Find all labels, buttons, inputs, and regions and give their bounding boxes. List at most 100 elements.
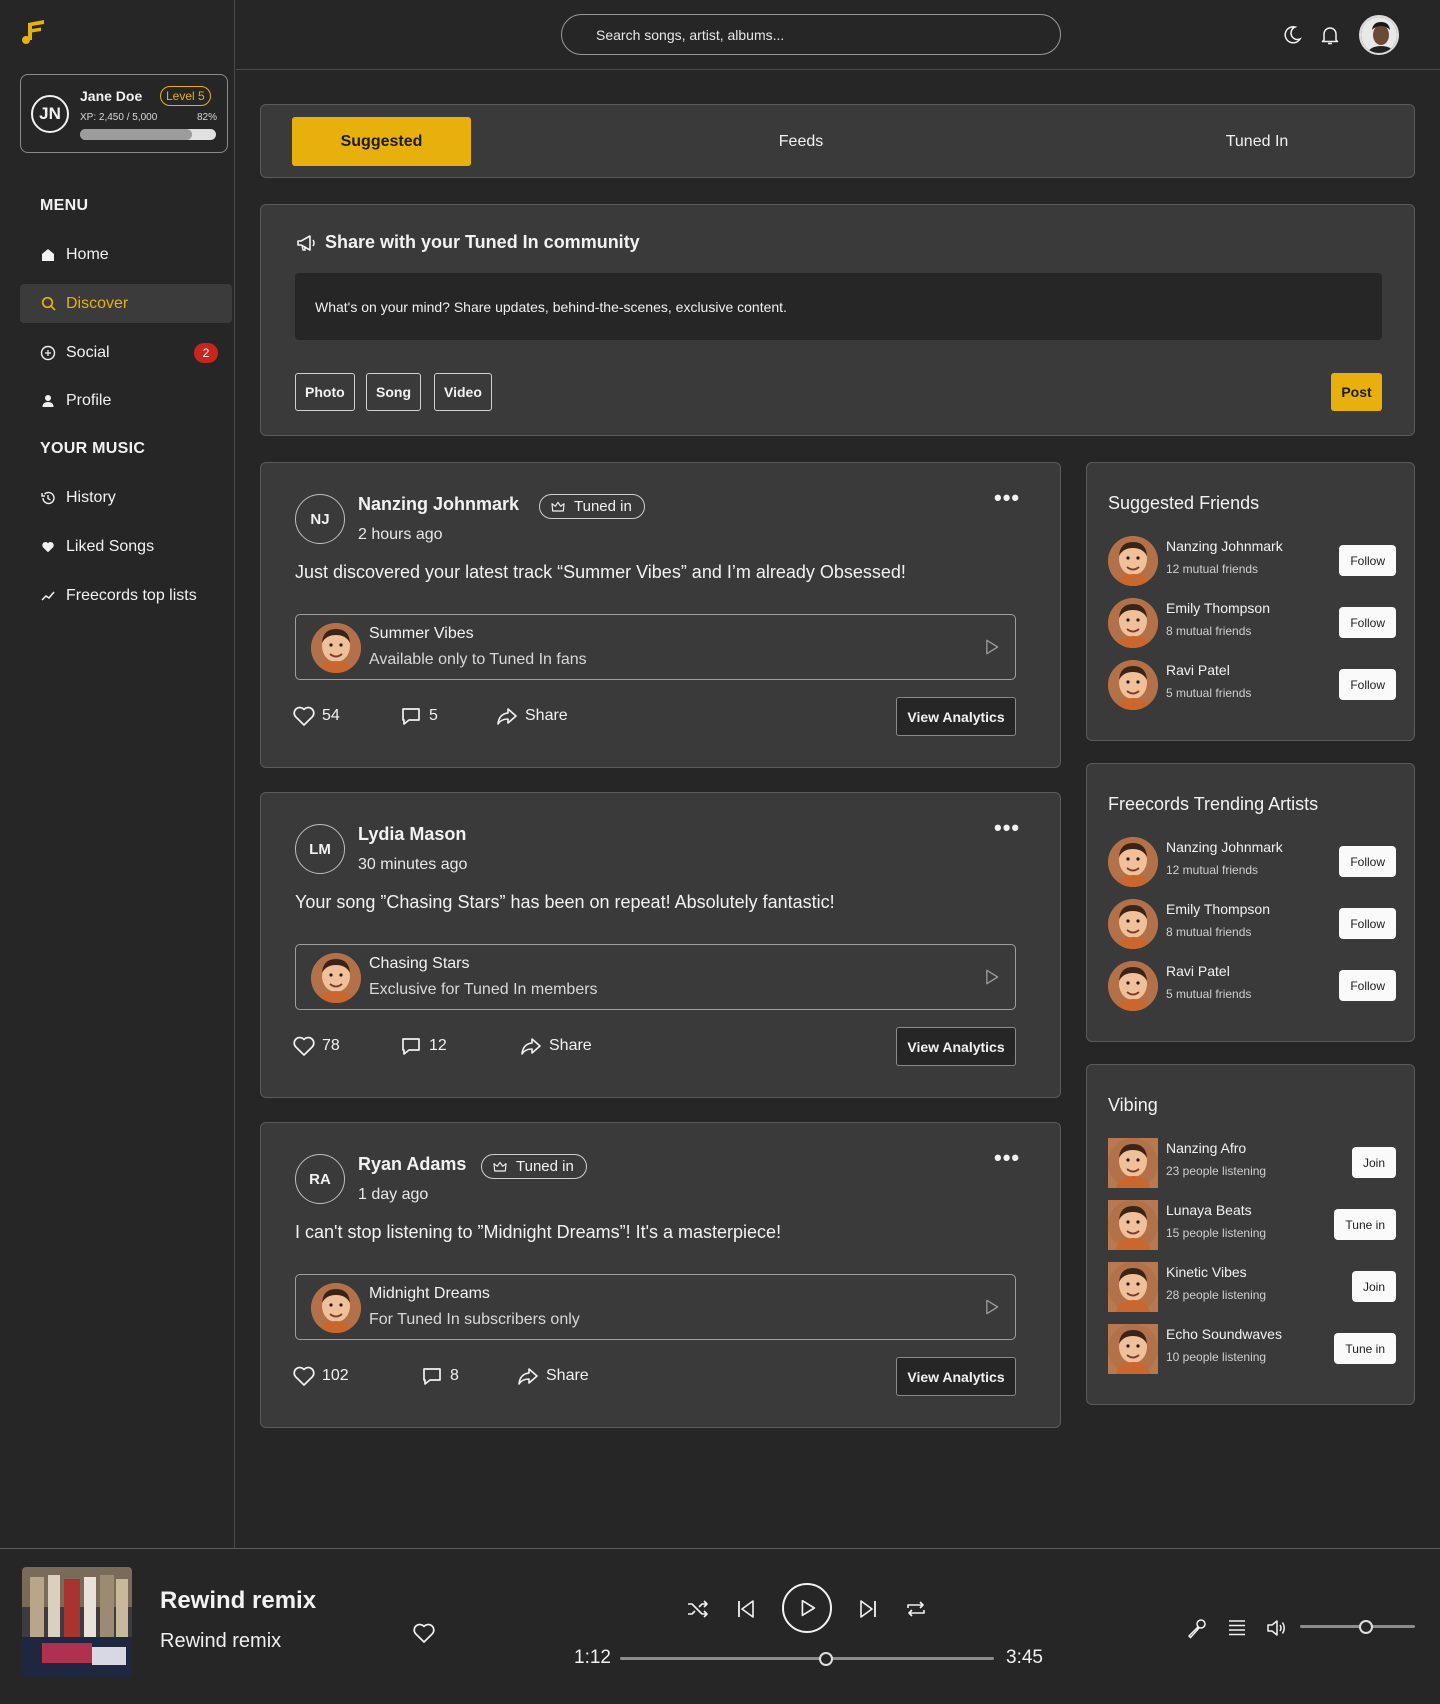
volume-slider[interactable]: [1300, 1618, 1415, 1636]
view-analytics-button[interactable]: View Analytics: [896, 1357, 1016, 1396]
friend-name[interactable]: Nanzing Johnmark: [1166, 538, 1283, 554]
tab-feeds[interactable]: Feeds: [741, 117, 861, 166]
seek-slider[interactable]: [620, 1650, 994, 1668]
follow-button[interactable]: Follow: [1339, 908, 1396, 939]
volume-icon[interactable]: [1265, 1617, 1287, 1639]
post-text-input[interactable]: [295, 273, 1382, 340]
room-cover[interactable]: [1108, 1200, 1158, 1250]
tune-in-button[interactable]: Tune in: [1334, 1209, 1396, 1240]
follow-button[interactable]: Follow: [1339, 846, 1396, 877]
share-button[interactable]: Share: [495, 704, 568, 728]
avatar[interactable]: [1108, 961, 1158, 1011]
feed-tabs: Suggested Feeds Tuned In: [260, 104, 1415, 178]
now-playing-artist[interactable]: Rewind remix: [160, 1630, 281, 1653]
more-options-icon[interactable]: •••: [994, 485, 1020, 511]
next-track-icon[interactable]: [856, 1597, 880, 1621]
avatar[interactable]: [1108, 660, 1158, 710]
follow-button[interactable]: Follow: [1339, 970, 1396, 1001]
repeat-icon[interactable]: [904, 1597, 928, 1621]
list-item: Nanzing Afro 23 people listening Join: [1108, 1138, 1396, 1188]
seek-handle[interactable]: [818, 1652, 833, 1666]
more-options-icon[interactable]: •••: [994, 815, 1020, 841]
tab-suggested[interactable]: Suggested: [292, 117, 471, 166]
volume-track: [1300, 1625, 1415, 1628]
play-icon[interactable]: [981, 1297, 1001, 1317]
shuffle-icon[interactable]: [686, 1597, 710, 1621]
artist-name[interactable]: Ravi Patel: [1166, 963, 1230, 979]
room-name[interactable]: Kinetic Vibes: [1166, 1264, 1247, 1280]
queue-list-icon[interactable]: [1226, 1617, 1248, 1639]
sidebar-item-profile[interactable]: Profile: [20, 381, 232, 420]
attach-song-button[interactable]: Song: [366, 373, 421, 411]
user-profile-card[interactable]: JN Jane Doe Level 5 XP: 2,450 / 5,000 82…: [20, 74, 228, 153]
friend-name[interactable]: Ravi Patel: [1166, 662, 1230, 678]
album-art[interactable]: [22, 1567, 132, 1677]
freecords-logo-icon[interactable]: [18, 16, 48, 46]
comment-button[interactable]: 8: [420, 1364, 459, 1388]
attach-video-button[interactable]: Video: [434, 373, 492, 411]
sidebar-item-top-lists[interactable]: Freecords top lists: [20, 576, 232, 615]
post-button[interactable]: Post: [1331, 373, 1382, 411]
play-icon[interactable]: [981, 967, 1001, 987]
post-composer: Share with your Tuned In community Photo…: [260, 204, 1415, 436]
friend-name[interactable]: Emily Thompson: [1166, 600, 1270, 616]
like-button[interactable]: 78: [292, 1034, 340, 1058]
artist-name[interactable]: Nanzing Johnmark: [1166, 839, 1283, 855]
comment-button[interactable]: 12: [399, 1034, 447, 1058]
share-button[interactable]: Share: [516, 1364, 589, 1388]
room-name[interactable]: Nanzing Afro: [1166, 1140, 1246, 1156]
play-pause-button[interactable]: [782, 1583, 832, 1633]
follow-button[interactable]: Follow: [1339, 669, 1396, 700]
play-icon[interactable]: [981, 637, 1001, 657]
view-analytics-button[interactable]: View Analytics: [896, 697, 1016, 736]
sidebar-item-home[interactable]: Home: [20, 235, 232, 274]
avatar[interactable]: [1108, 536, 1158, 586]
post-author-avatar[interactable]: RA: [295, 1154, 345, 1204]
avatar[interactable]: [1108, 899, 1158, 949]
dark-mode-moon-icon[interactable]: [1281, 24, 1303, 46]
attach-photo-button[interactable]: Photo: [295, 373, 355, 411]
account-avatar[interactable]: [1359, 15, 1399, 55]
post-author-name[interactable]: Ryan Adams: [358, 1154, 466, 1175]
sidebar-item-social[interactable]: Social 2: [20, 333, 232, 372]
post-author-name[interactable]: Nanzing Johnmark: [358, 494, 519, 515]
microphone-lyrics-icon[interactable]: [1186, 1617, 1208, 1639]
volume-handle[interactable]: [1358, 1620, 1373, 1634]
like-button[interactable]: 54: [292, 704, 340, 728]
room-cover[interactable]: [1108, 1138, 1158, 1188]
shared-track-card[interactable]: Summer Vibes Available only to Tuned In …: [295, 614, 1016, 680]
notification-bell-icon[interactable]: [1319, 24, 1341, 46]
follow-button[interactable]: Follow: [1339, 545, 1396, 576]
shared-track-card[interactable]: Chasing Stars Exclusive for Tuned In mem…: [295, 944, 1016, 1010]
avatar[interactable]: [1108, 598, 1158, 648]
shared-track-card[interactable]: Midnight Dreams For Tuned In subscribers…: [295, 1274, 1016, 1340]
post-author-avatar[interactable]: LM: [295, 824, 345, 874]
room-cover[interactable]: [1108, 1262, 1158, 1312]
follow-button[interactable]: Follow: [1339, 607, 1396, 638]
artist-name[interactable]: Emily Thompson: [1166, 901, 1270, 917]
more-options-icon[interactable]: •••: [994, 1145, 1020, 1171]
share-button[interactable]: Share: [519, 1034, 592, 1058]
avatar[interactable]: [1108, 837, 1158, 887]
previous-track-icon[interactable]: [734, 1597, 758, 1621]
room-name[interactable]: Lunaya Beats: [1166, 1202, 1252, 1218]
sidebar-item-liked-songs[interactable]: Liked Songs: [20, 527, 232, 566]
track-title: Summer Vibes: [369, 625, 474, 642]
like-heart-icon[interactable]: [412, 1621, 436, 1645]
sidebar-item-history[interactable]: History: [20, 478, 232, 517]
list-item: Nanzing Johnmark 12 mutual friends Follo…: [1108, 837, 1396, 887]
search-input[interactable]: [561, 14, 1061, 55]
like-button[interactable]: 102: [292, 1364, 349, 1388]
room-name[interactable]: Echo Soundwaves: [1166, 1326, 1282, 1342]
tune-in-button[interactable]: Tune in: [1334, 1333, 1396, 1364]
room-cover[interactable]: [1108, 1324, 1158, 1374]
join-button[interactable]: Join: [1351, 1147, 1396, 1178]
view-analytics-button[interactable]: View Analytics: [896, 1027, 1016, 1066]
join-button[interactable]: Join: [1351, 1271, 1396, 1302]
now-playing-title[interactable]: Rewind remix: [160, 1587, 316, 1615]
comment-button[interactable]: 5: [399, 704, 438, 728]
post-author-name[interactable]: Lydia Mason: [358, 824, 466, 845]
sidebar-item-discover[interactable]: Discover: [20, 284, 232, 323]
post-author-avatar[interactable]: NJ: [295, 494, 345, 544]
tab-tuned-in[interactable]: Tuned In: [1187, 117, 1327, 166]
